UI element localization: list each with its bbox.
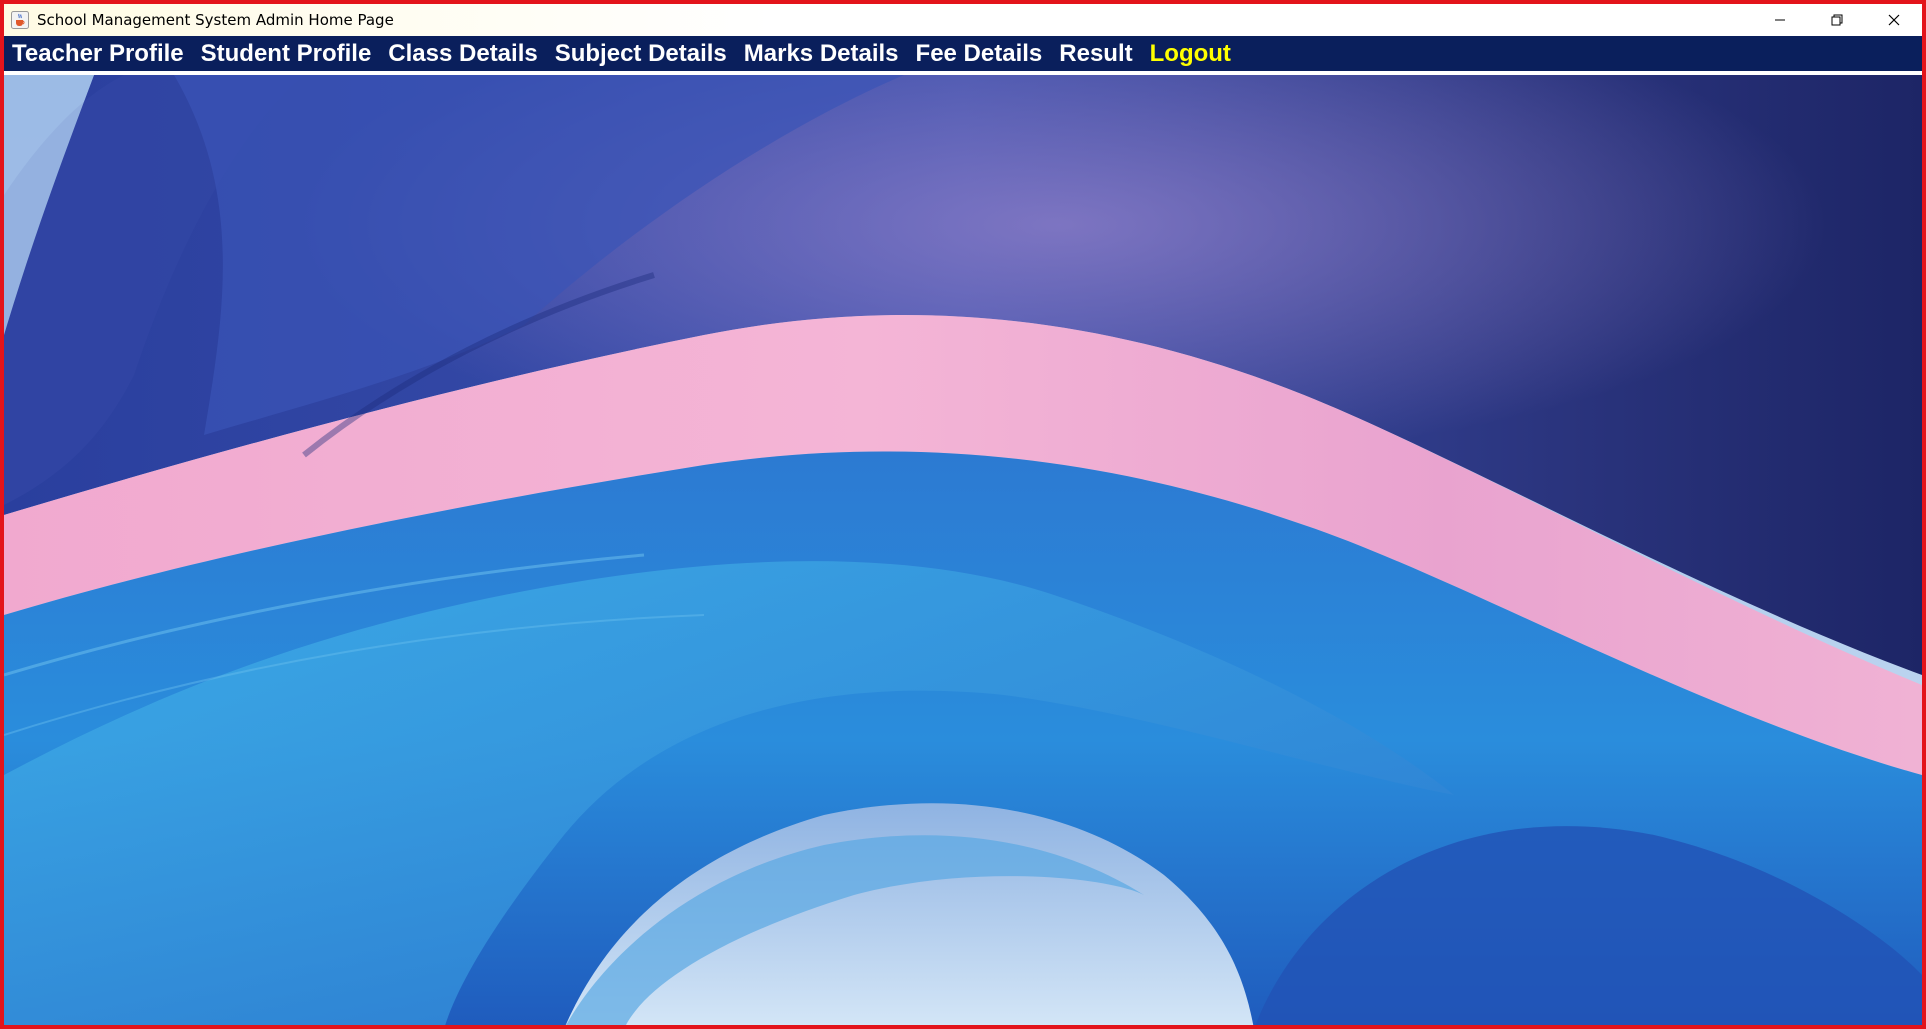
menu-subject-details[interactable]: Subject Details (555, 40, 727, 68)
menu-bar: Teacher Profile Student Profile Class De… (4, 36, 1922, 73)
java-cup-icon (11, 11, 29, 29)
app-window: School Management System Admin Home Page (0, 0, 1926, 1029)
menu-fee-details[interactable]: Fee Details (916, 40, 1043, 68)
menu-logout[interactable]: Logout (1150, 40, 1231, 68)
menu-student-profile[interactable]: Student Profile (201, 40, 372, 68)
restore-icon (1831, 14, 1842, 26)
minimize-icon (1774, 19, 1785, 21)
abstract-blue-silk-wallpaper (4, 75, 1922, 1025)
menu-result[interactable]: Result (1059, 40, 1132, 68)
menu-marks-details[interactable]: Marks Details (744, 40, 899, 68)
menu-teacher-profile[interactable]: Teacher Profile (12, 40, 184, 68)
background-wallpaper (4, 75, 1922, 1025)
close-icon (1888, 14, 1899, 26)
restore-button[interactable] (1808, 4, 1865, 36)
title-bar[interactable]: School Management System Admin Home Page (4, 4, 1922, 36)
close-button[interactable] (1865, 4, 1922, 36)
menu-class-details[interactable]: Class Details (388, 40, 537, 68)
window-controls (1751, 4, 1922, 36)
minimize-button[interactable] (1751, 4, 1808, 36)
window-title: School Management System Admin Home Page (37, 11, 394, 29)
